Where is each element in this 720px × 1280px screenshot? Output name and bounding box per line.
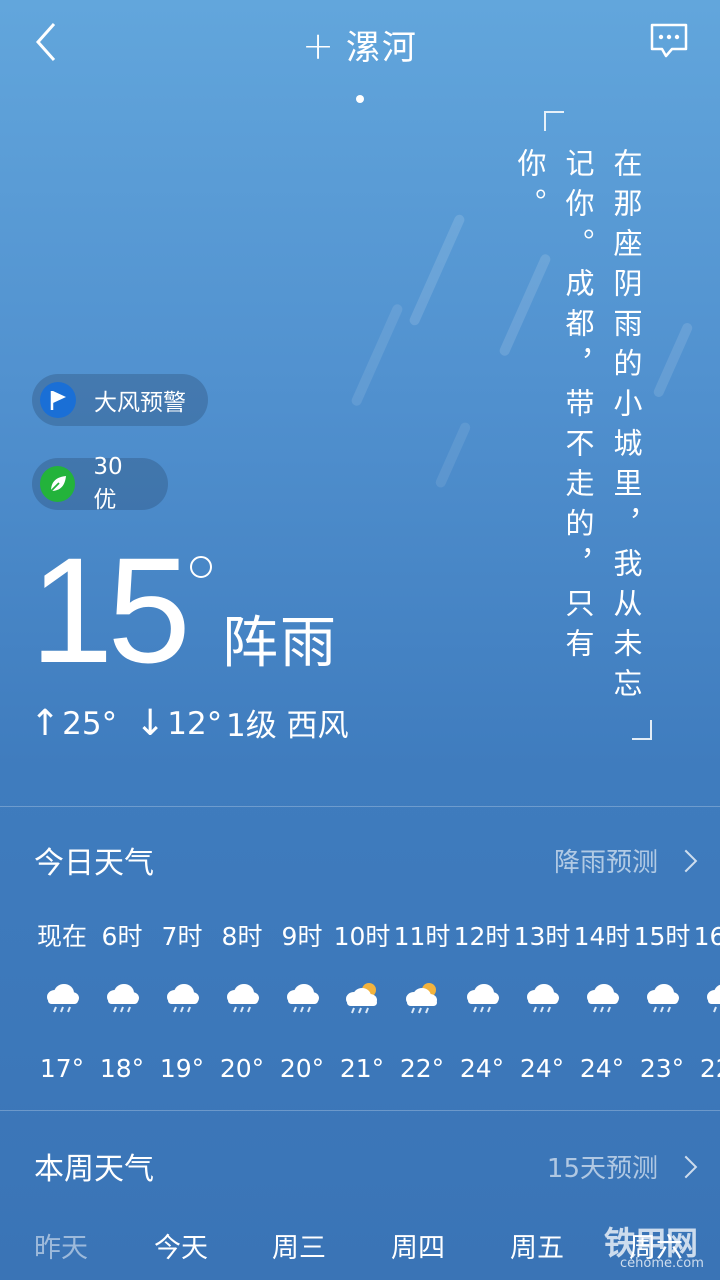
hour-label: 16时 [693,922,720,951]
hour-label: 10时 [333,922,391,951]
hourly-forecast[interactable]: 现在 17° 6时 18° 7时 19° 8时 20° 9时 20° 10时 21° 11时 22° 12时… [0,918,720,1088]
hourly-item: 15时 23° [632,918,692,1088]
wind-warning-pill[interactable]: 大风预警 [32,374,208,426]
air-quality-label: 30 优 [93,454,123,513]
rain-cloud-icon [522,980,562,1014]
hour-temp: 22° [699,1054,720,1083]
divider [0,1110,720,1111]
quote-open-bracket [544,111,564,131]
hourly-item: 7时 19° [152,918,212,1088]
week-weather-title: 本周天气 [34,1152,154,1187]
rain-cloud-icon [162,980,202,1014]
hour-temp: 24° [519,1054,565,1083]
hour-label: 14时 [573,922,631,951]
hourly-item: 10时 21° [332,918,392,1088]
rain-cloud-icon [282,980,322,1014]
rain-cloud-icon [642,980,682,1014]
day-today[interactable]: 今天 [154,1226,208,1265]
quote-close-bracket [632,720,652,740]
poem-line-2: 记你。成都，带不走的，只有 [561,148,595,668]
hourly-item: 6时 18° [92,918,152,1088]
hour-temp: 24° [579,1054,625,1083]
hour-temp: 19° [159,1054,205,1083]
add-city-icon[interactable]: + [302,24,336,68]
today-weather-title: 今日天气 [34,846,154,881]
chevron-right-icon [674,849,698,872]
day-yesterday[interactable]: 昨天 [34,1226,88,1265]
rain-forecast-label: 降雨预测 [553,848,658,878]
hour-label: 8时 [221,922,263,951]
temperature-range: ↑ 25° ↓ 12° [30,704,222,744]
sun-shower-icon [402,980,442,1014]
poem-line-3: 你。 [513,148,547,228]
flag-icon [40,382,76,418]
rain-cloud-icon [702,980,720,1014]
hour-temp: 21° [339,1054,385,1083]
hour-label: 12时 [453,922,511,951]
arrow-down-icon: ↓ [135,703,166,744]
rain-cloud-icon [42,980,82,1014]
15-day-forecast-link[interactable]: 15天预测 [546,1148,698,1185]
rain-cloud-icon [102,980,142,1014]
low-temp: 12° [167,706,223,742]
hourly-item: 11时 22° [392,918,452,1088]
chat-bubble-icon [650,23,688,58]
hourly-item: 现在 17° [32,918,92,1088]
hour-temp: 20° [219,1054,265,1083]
hour-temp: 17° [39,1054,85,1083]
hour-label: 7时 [161,922,203,951]
day-friday[interactable]: 周五 [510,1226,564,1265]
hourly-item: 16时 22° [692,918,720,1088]
message-button[interactable] [648,22,690,60]
hourly-item: 12时 24° [452,918,512,1088]
rain-cloud-icon [222,980,262,1014]
hour-label: 6时 [101,922,143,951]
hour-temp: 20° [279,1054,325,1083]
current-temperature: 15 [30,526,191,694]
degree-symbol [190,556,212,578]
day-thursday[interactable]: 周四 [391,1226,445,1265]
hourly-item: 9时 20° [272,918,332,1088]
city-name: 漯河 [345,28,418,68]
sun-shower-icon [342,980,382,1014]
weather-condition: 阵雨 [222,611,338,676]
15-day-forecast-label: 15天预测 [546,1154,658,1184]
wind-warning-label: 大风预警 [94,390,186,416]
hour-temp: 22° [399,1054,445,1083]
page-indicator [356,95,364,103]
hour-label: 15时 [633,922,691,951]
city-title[interactable]: + 漯河 [0,20,720,69]
hour-temp: 23° [639,1054,685,1083]
hour-label: 11时 [393,922,451,951]
rain-forecast-link[interactable]: 降雨预测 [553,842,698,879]
leaf-icon [40,466,76,502]
rain-cloud-icon [582,980,622,1014]
hourly-item: 14时 24° [572,918,632,1088]
hourly-item: 8时 20° [212,918,272,1088]
high-temp: 25° [62,706,118,742]
site-watermark-url: cehome.com [620,1256,704,1271]
hour-temp: 18° [99,1054,145,1083]
hourly-item: 13时 24° [512,918,572,1088]
hour-label: 现在 [36,922,87,951]
divider [0,806,720,807]
rain-cloud-icon [462,980,502,1014]
poem-line-1: 在那座阴雨的小城里，我从未忘 [609,148,643,708]
arrow-up-icon: ↑ [30,703,61,744]
air-quality-pill[interactable]: 30 优 [32,454,168,513]
chevron-right-icon [674,1155,698,1178]
hour-label: 9时 [281,922,323,951]
hour-label: 13时 [513,922,571,951]
day-wednesday[interactable]: 周三 [272,1226,326,1265]
hour-temp: 24° [459,1054,505,1083]
wind-info: 1级 西风 [226,708,349,744]
